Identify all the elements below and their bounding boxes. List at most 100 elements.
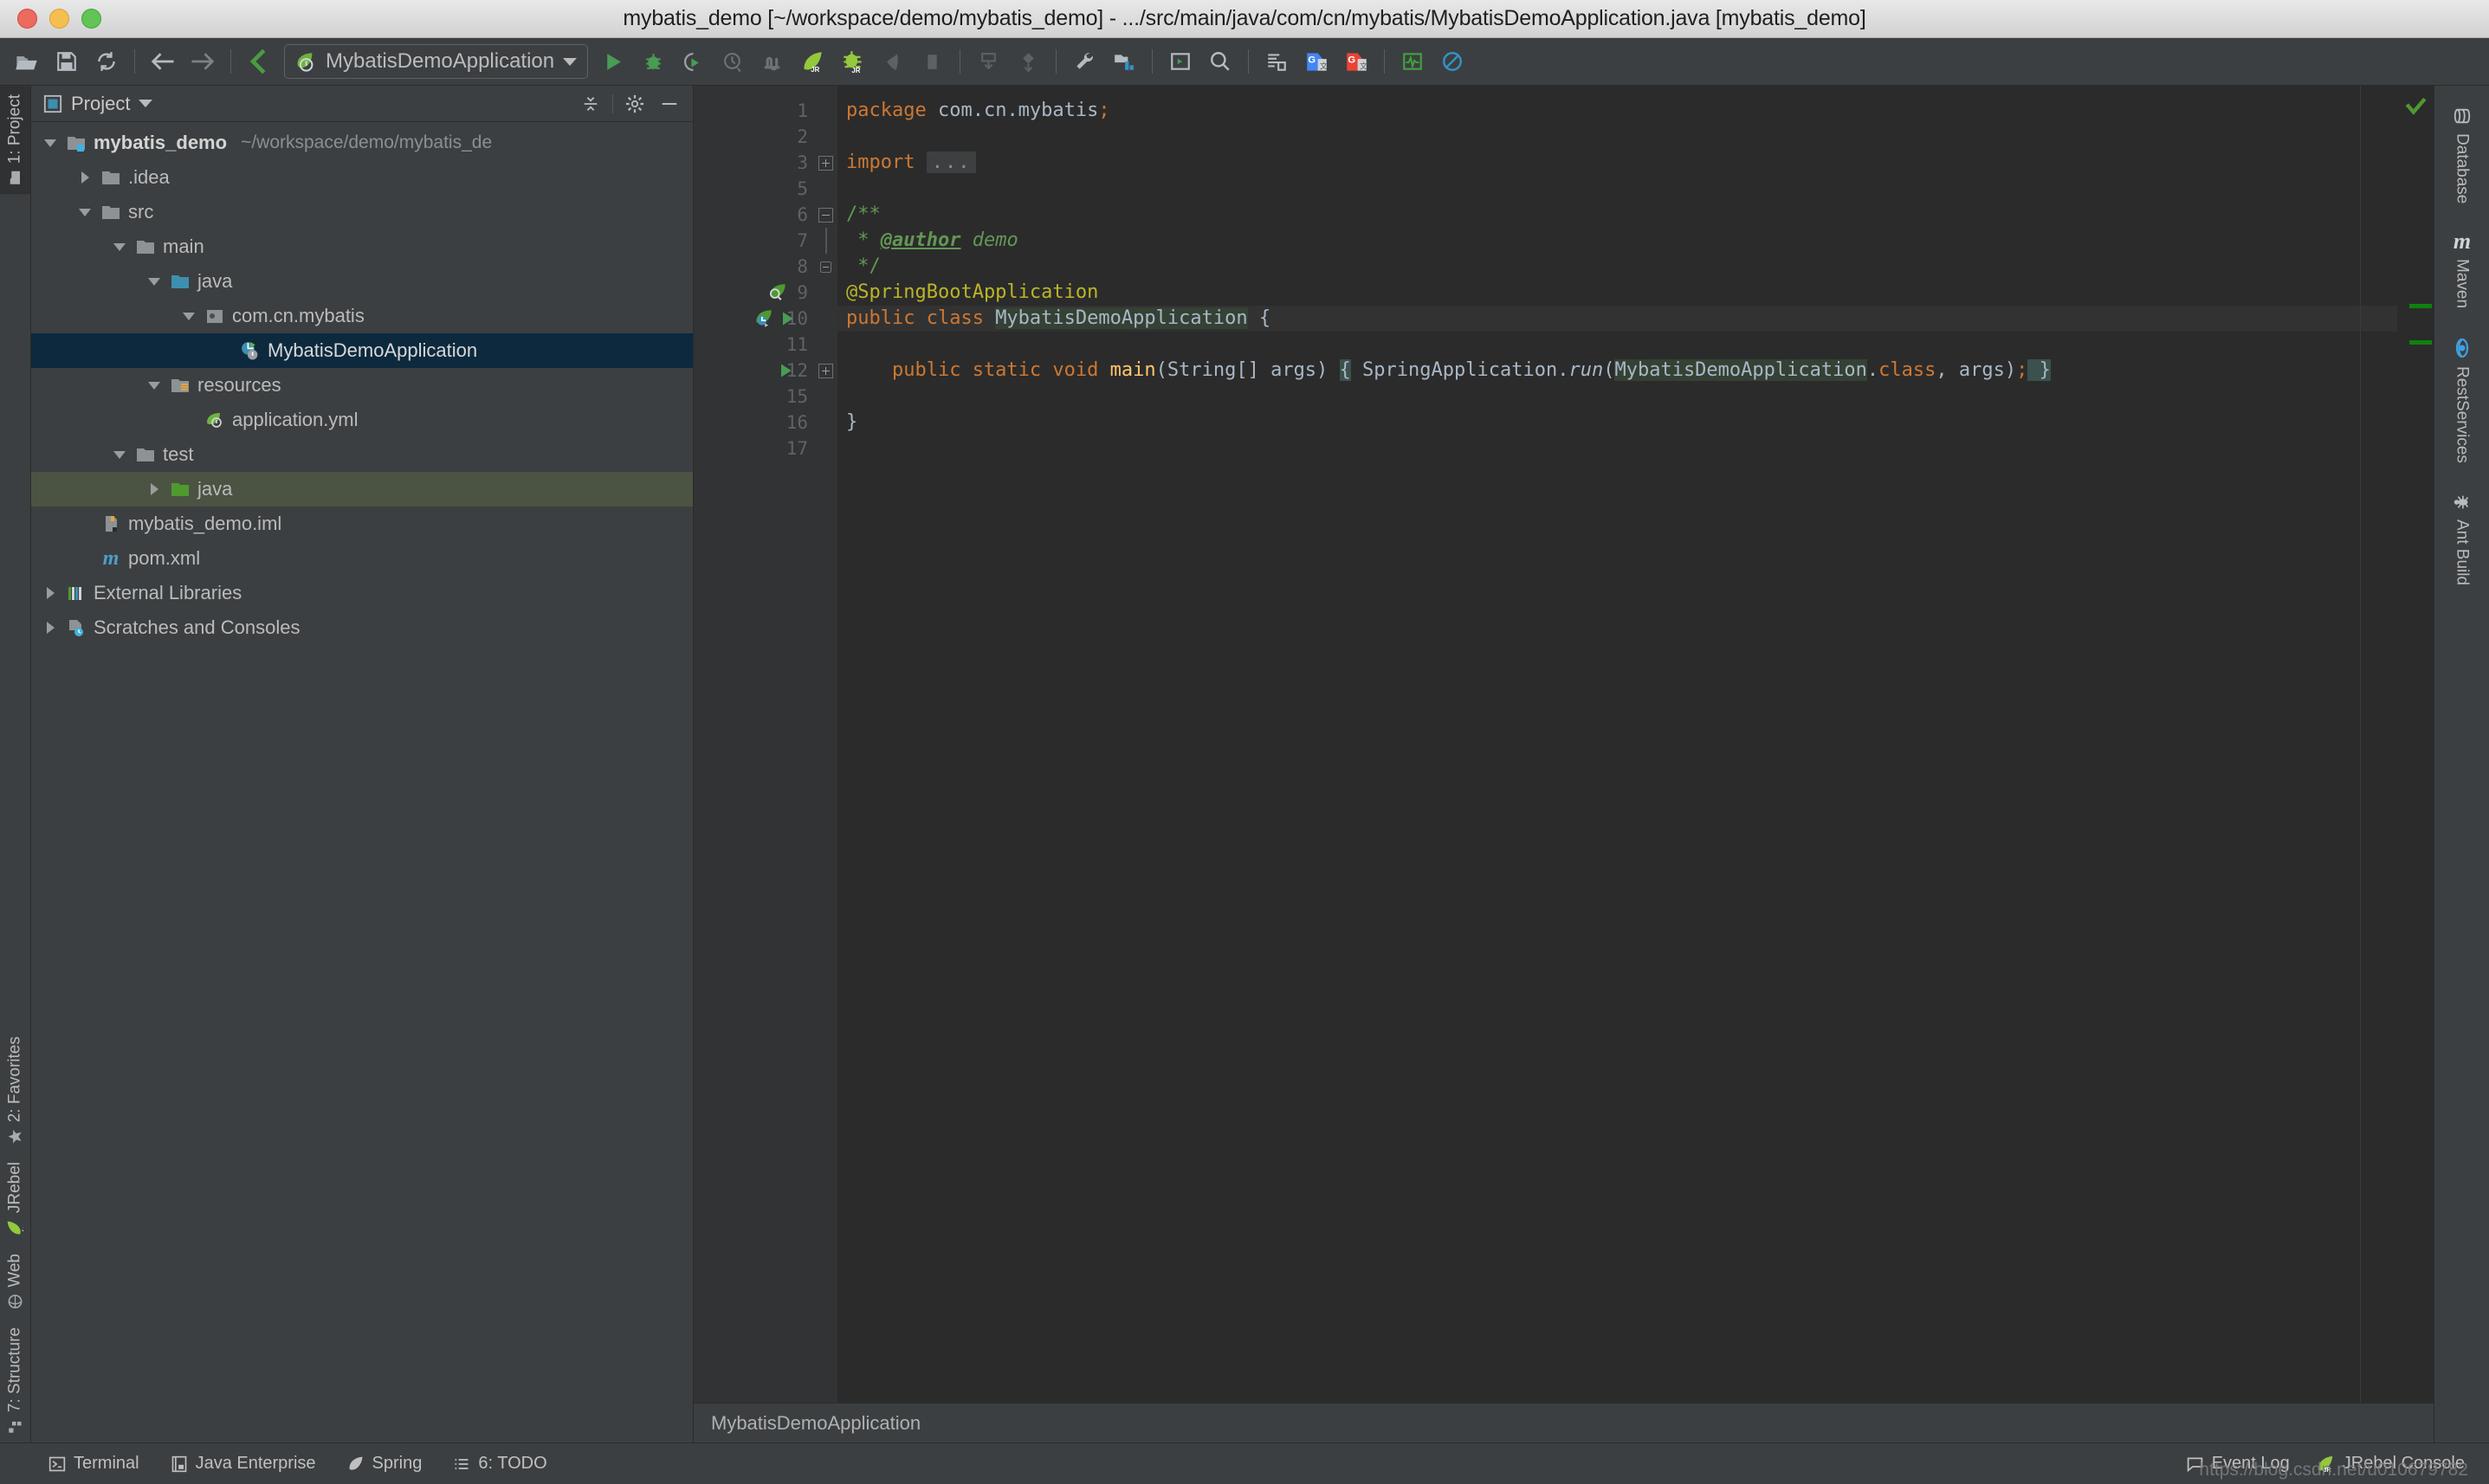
chevron-expanded-icon[interactable] <box>113 239 128 255</box>
intellij-idea-window: mybatis_demo [~/workspace/demo/mybatis_d… <box>0 0 2489 1484</box>
breadcrumb-class[interactable]: MybatisDemoApplication <box>711 1412 921 1435</box>
code-token: } <box>2027 359 2051 381</box>
sidebar-item-favorites[interactable]: 2: Favorites <box>0 1028 30 1153</box>
chevron-collapsed-icon[interactable] <box>43 620 59 636</box>
sidebar-item-structure[interactable]: 7: Structure <box>0 1319 30 1442</box>
tree-item-application-yml[interactable]: application.yml <box>31 403 693 437</box>
settings-wrench-icon[interactable] <box>1064 42 1104 81</box>
status-item-spring[interactable]: Spring <box>347 1454 422 1474</box>
run-configuration-selector[interactable]: MybatisDemoApplication <box>284 44 589 79</box>
forward-arrow-icon[interactable] <box>183 42 223 81</box>
svg-text:G: G <box>1308 55 1316 65</box>
sidebar-item-maven[interactable]: m Maven <box>2451 223 2473 326</box>
tree-item-iml-file[interactable]: mybatis_demo.iml <box>31 506 693 541</box>
sidebar-item-web[interactable]: Web <box>0 1245 30 1319</box>
change-marker-green[interactable] <box>2409 304 2432 308</box>
tree-item-package[interactable]: com.cn.mybatis <box>31 299 693 333</box>
editor-marker-stripe[interactable] <box>2397 86 2434 1403</box>
database-console-icon[interactable] <box>1257 42 1296 81</box>
jrebel-run-icon[interactable]: JR <box>792 42 832 81</box>
breadcrumb[interactable]: MybatisDemoApplication <box>694 1403 2434 1442</box>
folded-imports-placeholder[interactable]: ... <box>926 152 977 173</box>
chevron-expanded-icon[interactable] <box>182 308 197 324</box>
hide-panel-icon[interactable] <box>656 91 682 117</box>
code-text-area[interactable]: package com.cn.mybatis; import ... /** *… <box>837 86 2397 1403</box>
springboot-annotation: @SpringBootApplication <box>846 281 1099 303</box>
tree-item-external-libraries[interactable]: External Libraries <box>31 576 693 610</box>
chevron-down-icon[interactable] <box>139 100 153 107</box>
run-icon[interactable] <box>593 42 633 81</box>
chevron-expanded-icon[interactable] <box>78 204 94 220</box>
status-item-todo[interactable]: 6: TODO <box>453 1454 547 1474</box>
spring-bean-search-icon[interactable] <box>766 281 789 304</box>
fold-collapse-javadoc-icon[interactable] <box>818 207 833 223</box>
change-marker-green[interactable] <box>2409 340 2432 345</box>
debug-icon[interactable] <box>633 42 673 81</box>
sidebar-item-jrebel[interactable]: JR JRebel <box>0 1153 30 1245</box>
sidebar-item-database[interactable]: Database <box>2453 96 2472 223</box>
search-everywhere-icon[interactable] <box>1200 42 1240 81</box>
project-tree[interactable]: mybatis_demo ~/workspace/demo/mybatis_de… <box>31 122 693 1442</box>
fold-expand-import-icon[interactable] <box>818 155 833 171</box>
sidebar-item-project-label: 1: Project <box>5 94 24 165</box>
chevron-expanded-icon[interactable] <box>147 377 163 393</box>
google-translate-blue-icon[interactable]: G文 <box>1296 42 1336 81</box>
editor-fold-strip[interactable] <box>813 86 837 1403</box>
code-line-1: package com.cn.mybatis; <box>837 98 2397 124</box>
profile-icon[interactable] <box>713 42 753 81</box>
sidebar-item-project[interactable]: 1: Project <box>0 86 30 195</box>
gutter-icons[interactable] <box>753 306 796 332</box>
code-token: . <box>1866 359 1879 381</box>
jump-to-source-icon[interactable] <box>239 42 279 81</box>
spring-bean-icon[interactable] <box>753 307 775 330</box>
monitor-icon[interactable] <box>1393 42 1432 81</box>
console-icon[interactable] <box>1160 42 1200 81</box>
code-token: SpringApplication. <box>1350 359 1569 381</box>
open-folder-icon[interactable] <box>7 42 47 81</box>
chevron-collapsed-icon[interactable] <box>78 170 94 185</box>
tree-item-resources[interactable]: resources <box>31 368 693 403</box>
status-item-terminal[interactable]: Terminal <box>48 1454 139 1474</box>
tree-item-mybatis-demo[interactable]: mybatis_demo ~/workspace/demo/mybatis_de <box>31 126 693 160</box>
tree-item-idea[interactable]: .idea <box>31 160 693 195</box>
tree-item-src[interactable]: src <box>31 195 693 229</box>
tree-item-scratches-and-consoles[interactable]: Scratches and Consoles <box>31 610 693 645</box>
gutter-icons[interactable] <box>777 358 794 384</box>
fold-expand-method-icon[interactable] <box>818 363 833 378</box>
sync-refresh-icon[interactable] <box>87 42 126 81</box>
run-gutter-icon[interactable] <box>777 362 794 379</box>
google-translate-red-icon[interactable]: G文 <box>1336 42 1376 81</box>
attach-process-icon[interactable] <box>753 42 792 81</box>
tree-item-pom-xml[interactable]: m pom.xml <box>31 541 693 576</box>
gutter-icons[interactable] <box>766 280 789 306</box>
sidebar-item-restservices[interactable]: RestServices <box>2452 327 2473 482</box>
tree-item-test[interactable]: test <box>31 437 693 472</box>
collapse-all-icon[interactable] <box>578 91 604 117</box>
chevron-expanded-icon[interactable] <box>147 274 163 289</box>
chevron-down-icon[interactable] <box>563 57 578 66</box>
status-item-java-enterprise[interactable]: Java Enterprise <box>171 1454 316 1474</box>
spring-leaf-icon <box>347 1455 365 1473</box>
tree-item-mybatisdemoapplication[interactable]: MybatisDemoApplication <box>31 333 693 368</box>
inspection-ok-check-icon[interactable] <box>2404 96 2427 123</box>
editor-gutter[interactable]: 1 2 3 5 6 7 8 9 10 11 12 15 16 17 <box>694 86 813 1403</box>
chevron-expanded-icon[interactable] <box>43 135 59 151</box>
project-structure-icon[interactable] <box>1104 42 1144 81</box>
no-entry-icon[interactable] <box>1432 42 1472 81</box>
sidebar-item-ant-build[interactable]: Ant Build <box>2453 482 2472 604</box>
settings-gear-icon[interactable] <box>622 91 648 117</box>
code-token: public static void <box>846 359 1110 381</box>
jrebel-debug-icon[interactable]: JR <box>832 42 872 81</box>
chevron-expanded-icon[interactable] <box>113 447 128 462</box>
fold-region-end-icon[interactable] <box>819 261 831 273</box>
chevron-collapsed-icon[interactable] <box>147 481 163 497</box>
save-all-icon[interactable] <box>47 42 87 81</box>
tree-item-java-source-root[interactable]: java <box>31 264 693 299</box>
run-coverage-icon[interactable] <box>673 42 713 81</box>
tree-item-main[interactable]: main <box>31 229 693 264</box>
run-gutter-icon[interactable] <box>779 310 796 327</box>
chevron-collapsed-icon[interactable] <box>43 585 59 601</box>
tree-item-test-java[interactable]: java <box>31 472 693 506</box>
back-arrow-icon[interactable] <box>143 42 183 81</box>
